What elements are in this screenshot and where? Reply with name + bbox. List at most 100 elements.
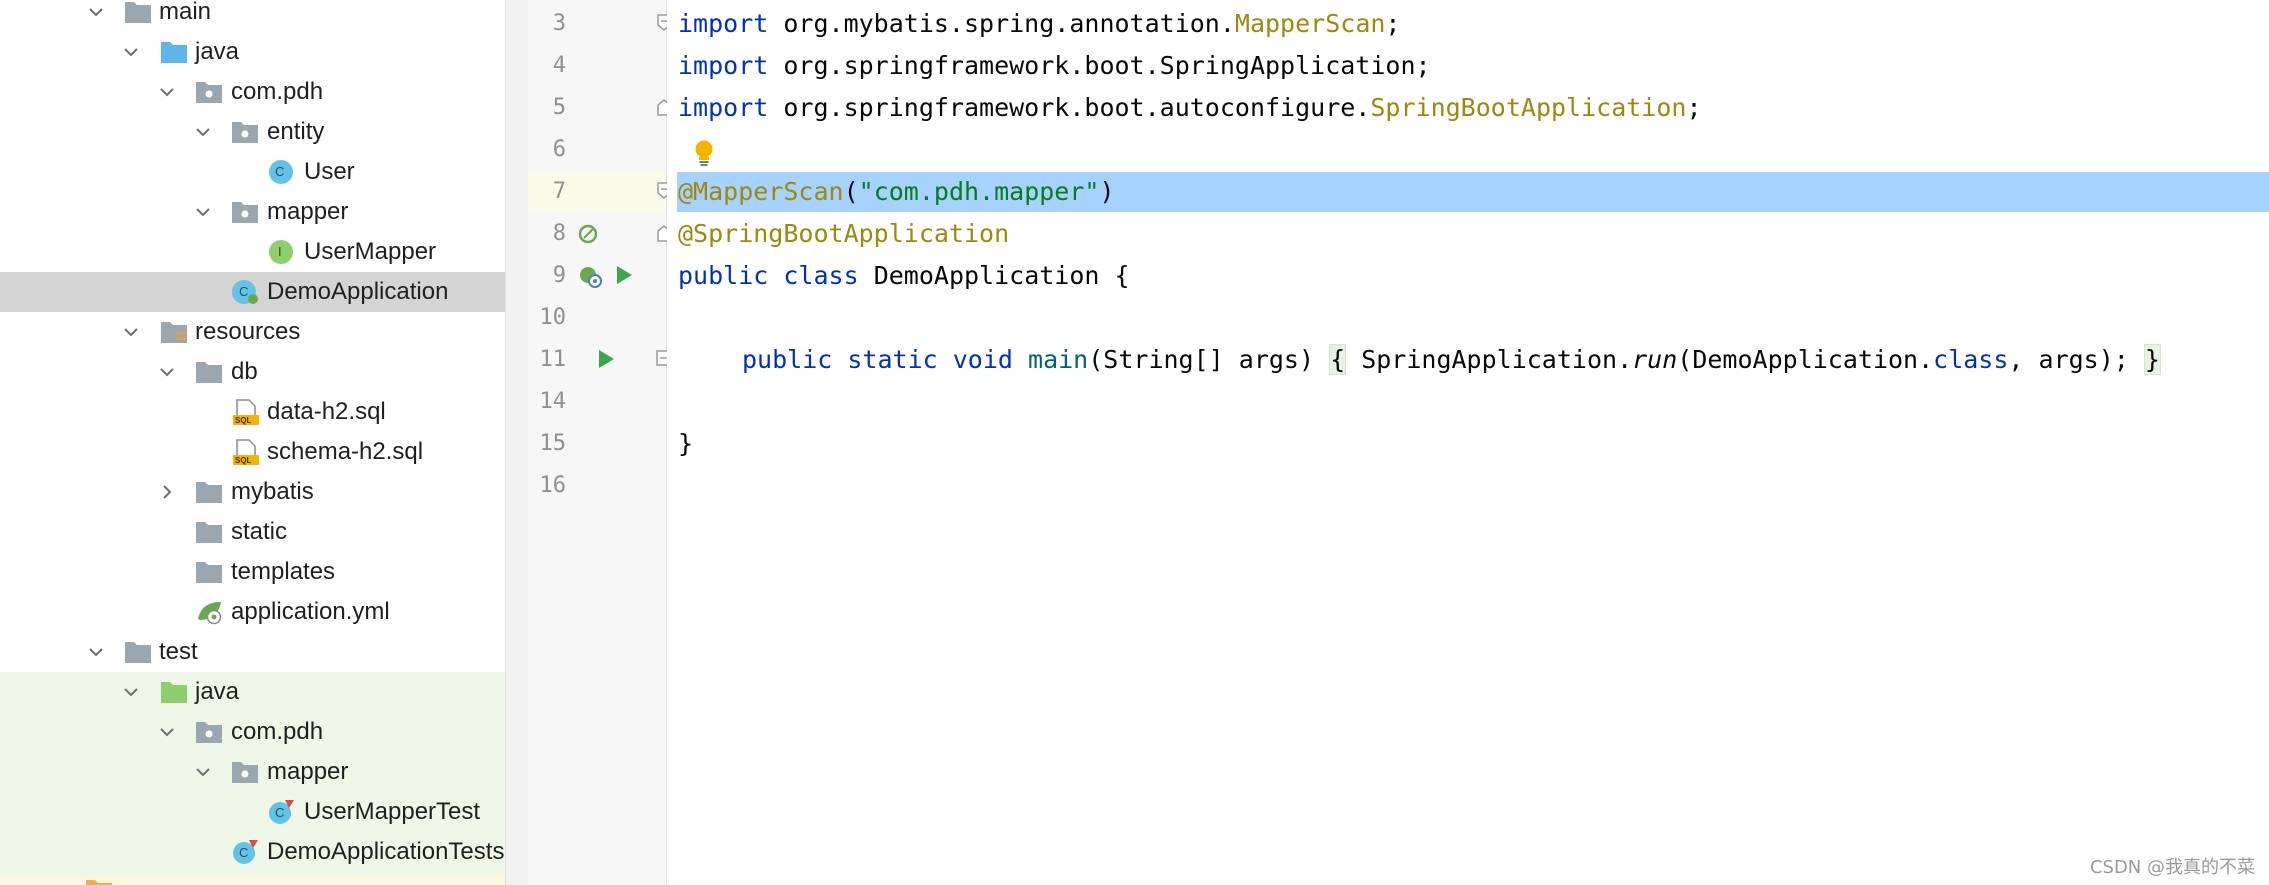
tree-item-label: java [195,678,240,705]
tree-item-label: templates [231,558,336,585]
line-number[interactable]: 16 [528,466,567,506]
class-icon-letter: C [239,845,249,860]
annotation: @SpringBootApplication [678,219,1010,248]
line-number[interactable]: 7 [528,172,566,212]
tree-item-user[interactable]: C User [0,152,505,192]
folded-brace-open[interactable]: { [1329,344,1347,375]
chevron-down-icon[interactable] [159,364,175,380]
tree-item-partial[interactable] [0,875,505,885]
tree-item-data-h2-sql[interactable]: SQL data-h2.sql [0,392,505,432]
tree-item-java[interactable]: java [0,32,505,72]
run-gutter-icon[interactable] [614,264,634,286]
code-editor[interactable] [667,0,2269,885]
code-text: org.mybatis.spring.annotation. [768,9,1235,38]
tree-item-label: DemoApplicationTests [267,838,505,865]
tree-item-application-yml[interactable]: application.yml [0,592,505,632]
run-gutter-icon[interactable] [596,348,616,370]
chevron-down-icon[interactable] [195,124,211,140]
line-number[interactable]: 14 [528,382,567,422]
line-number[interactable]: 4 [528,46,566,86]
tree-item-label: User [304,158,355,185]
tree-item-test-java[interactable]: java [0,672,505,712]
class-icon-letter: C [239,284,249,299]
chevron-down-icon[interactable] [88,4,104,20]
tree-item-static[interactable]: static [0,512,505,552]
tree-item-label: java [195,38,240,65]
line-number[interactable]: 15 [528,424,567,464]
tree-item-test-mapper[interactable]: mapper [0,752,505,792]
line-number[interactable]: 5 [528,88,566,128]
watermark: CSDN @我真的不菜 [2089,857,2255,878]
line-number[interactable]: 10 [528,298,567,338]
code-text: (DemoApplication. [1677,345,1934,374]
chevron-down-icon[interactable] [159,724,175,740]
code-text: (String[] args) [1088,345,1330,374]
sql-icon-letters: SQL [235,456,252,465]
chevron-down-icon[interactable] [88,644,104,660]
code-text: org.springframework.boot.SpringApplicati… [768,51,1431,80]
code-line-8[interactable]: @SpringBootApplication [678,214,1009,254]
chevron-down-icon[interactable] [123,44,139,60]
spring-bean-icon[interactable] [578,264,604,290]
line-number[interactable]: 8 [528,214,566,254]
tree-item-main[interactable]: main [0,0,505,32]
tree-item-resources[interactable]: resources [0,312,505,352]
sidebar-divider[interactable] [505,0,528,885]
chevron-right-icon[interactable] [159,484,175,500]
tree-item-db[interactable]: db [0,352,505,392]
tree-item-label: com.pdh [231,718,324,745]
tree-item-demoapplication[interactable]: C DemoApplication [0,272,505,312]
code-text: SpringApplication. [1346,345,1633,374]
annotation-class: SpringBootApplication [1370,93,1687,122]
code-line-3[interactable]: import org.mybatis.spring.annotation.Map… [678,4,1400,44]
keyword: void [952,345,1013,374]
tree-item-label: UserMapper [304,238,437,265]
tree-item-label: UserMapperTest [304,798,481,825]
code-line-9[interactable]: public class DemoApplication { [678,256,1130,296]
code-line-7[interactable]: @MapperScan("com.pdh.mapper") [678,172,1115,212]
intention-lightbulb-icon[interactable] [692,138,716,168]
tree-item-test-com-pdh[interactable]: com.pdh [0,712,505,752]
code-text: ) [1099,177,1115,206]
chevron-down-icon[interactable] [195,204,211,220]
line-number[interactable]: 9 [528,256,566,296]
chevron-down-icon[interactable] [123,324,139,340]
keyword: import [678,93,769,122]
string-literal: "com.pdh.mapper" [858,177,1100,206]
chevron-down-icon[interactable] [123,684,139,700]
tree-item-label: com.pdh [231,78,324,105]
line-number[interactable]: 3 [528,4,566,44]
chevron-down-icon[interactable] [195,764,211,780]
folder-icon [196,522,222,543]
tree-item-templates[interactable]: templates [0,552,505,592]
spring-bean-icon[interactable] [578,222,602,246]
line-number[interactable]: 6 [528,130,566,170]
tree-item-mybatis[interactable]: mybatis [0,472,505,512]
line-number[interactable]: 11 [528,340,567,380]
folded-brace-close[interactable]: } [2143,344,2161,375]
code-line-4[interactable]: import org.springframework.boot.SpringAp… [678,46,1431,86]
code-text: } [678,429,694,458]
package-icon [196,722,222,743]
folder-icon [196,362,222,383]
tree-item-entity[interactable]: entity [0,112,505,152]
annotation-class: MapperScan [1234,9,1386,38]
tree-item-test[interactable]: test [0,632,505,672]
code-line-15[interactable]: } [678,424,693,464]
tree-item-usermapper[interactable]: I UserMapper [0,232,505,272]
tree-item-mapper[interactable]: mapper [0,192,505,232]
tree-item-label: mapper [267,198,349,225]
class-icon-letter: C [275,164,285,179]
tree-item-usermappertest[interactable]: C UserMapperTest [0,792,505,832]
method-name: main [1028,345,1089,374]
code-line-5[interactable]: import org.springframework.boot.autoconf… [678,88,1702,128]
tree-item-demoapplicationtests[interactable]: C DemoApplicationTests [0,832,505,872]
chevron-down-icon[interactable] [159,84,175,100]
tree-item-com-pdh[interactable]: com.pdh [0,72,505,112]
code-line-11[interactable]: public static void main(String[] args) {… [742,340,2161,380]
keyword: static [847,345,938,374]
tree-item-schema-h2-sql[interactable]: SQL schema-h2.sql [0,432,505,472]
tree-item-label: db [231,358,258,385]
project-tree: main java com.pdh entity C User mapper I… [0,0,505,885]
package-icon [232,762,258,783]
